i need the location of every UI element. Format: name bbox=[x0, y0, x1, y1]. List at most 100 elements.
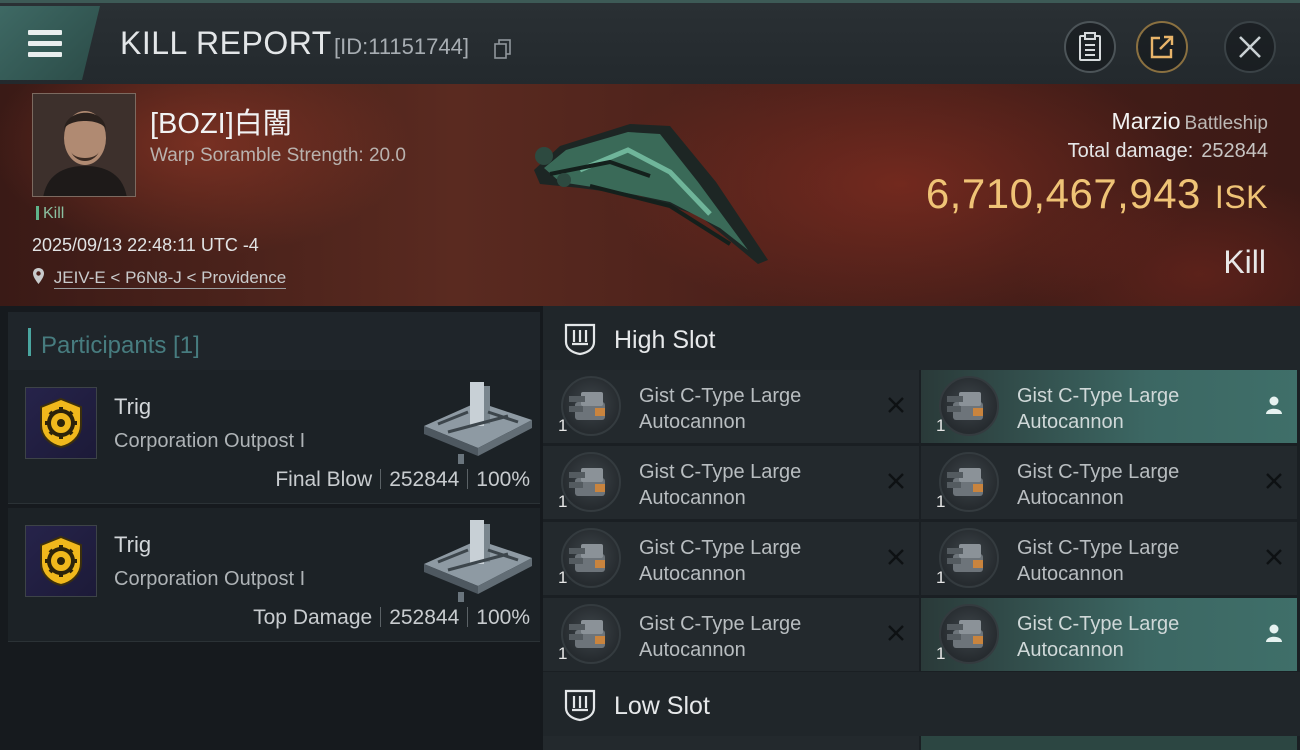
clipboard-button[interactable] bbox=[1064, 21, 1116, 73]
participant-percent: 100% bbox=[476, 606, 530, 629]
autocannon-icon bbox=[561, 376, 621, 436]
menu-icon bbox=[28, 30, 62, 35]
module-name: Gist C-Type Large Autocannon bbox=[1017, 535, 1237, 587]
participants-label: Participants [1] bbox=[41, 332, 200, 359]
module-quantity: 1 bbox=[558, 644, 568, 663]
gear-shield-icon bbox=[40, 397, 82, 449]
module-name-line2: Autocannon bbox=[1017, 639, 1124, 661]
page-title: KILL REPORT bbox=[120, 25, 332, 61]
fitting-panel: High Slot 1 Gist C-Type Large Autocannon 1 G… bbox=[543, 306, 1300, 750]
victim-portrait[interactable] bbox=[32, 93, 136, 197]
isk-amount: 6,710,467,943 bbox=[925, 170, 1201, 217]
module-slot[interactable]: 1 Gist C-Type Large Autocannon bbox=[543, 522, 919, 595]
clipboard-icon bbox=[1079, 32, 1101, 61]
module-name-line2: Autocannon bbox=[639, 411, 746, 433]
module-name-line1: Gist C-Type Large bbox=[639, 537, 802, 559]
low-slot-module[interactable] bbox=[921, 736, 1297, 750]
destroyed-x-icon bbox=[888, 397, 904, 413]
divider bbox=[380, 607, 382, 627]
ship-class: Battleship bbox=[1184, 113, 1268, 134]
low-slot-header: Low Slot bbox=[543, 672, 1300, 736]
module-quantity: 1 bbox=[558, 568, 568, 587]
location-link[interactable]: JEIV-E < P6N8-J < Providence bbox=[53, 268, 287, 289]
module-name-line2: Autocannon bbox=[1017, 563, 1124, 585]
participants-header[interactable]: Participants [1] bbox=[8, 312, 540, 370]
kill-tag-label: Kill bbox=[43, 205, 65, 222]
autocannon-icon bbox=[561, 604, 621, 664]
module-name-line1: Gist C-Type Large bbox=[1017, 537, 1180, 559]
module-quantity: 1 bbox=[936, 644, 946, 663]
copy-icon[interactable] bbox=[494, 39, 512, 59]
module-slot[interactable]: 1 Gist C-Type Large Autocannon bbox=[543, 598, 919, 671]
victim-banner: [BOZI]白闇 Warp Soramble Strength: 20.0 Ki… bbox=[0, 84, 1300, 306]
module-name: Gist C-Type Large Autocannon bbox=[1017, 383, 1237, 435]
gear-shield-icon bbox=[40, 535, 82, 587]
participant-corp: Corporation Outpost I bbox=[114, 568, 306, 590]
external-link-icon bbox=[1150, 35, 1174, 59]
menu-icon-bar bbox=[28, 41, 62, 46]
module-name-line1: Gist C-Type Large bbox=[639, 461, 802, 483]
module-slot[interactable]: 1 Gist C-Type Large Autocannon bbox=[543, 370, 919, 443]
low-slot-icon bbox=[564, 689, 596, 722]
participant-stats: Top Damage 252844 100% bbox=[253, 606, 530, 630]
module-name: Gist C-Type Large Autocannon bbox=[639, 459, 859, 511]
low-slot-label: Low Slot bbox=[614, 692, 710, 720]
destroyed-x-icon bbox=[888, 549, 904, 565]
victim-ship[interactable]: Marzio Battleship bbox=[1112, 108, 1268, 135]
participant-pilot[interactable]: Trig bbox=[114, 532, 151, 558]
outpost-structure-image bbox=[424, 520, 532, 602]
kill-location[interactable]: JEIV-E < P6N8-J < Providence bbox=[32, 267, 287, 289]
isk-unit: ISK bbox=[1214, 179, 1268, 215]
module-name-line2: Autocannon bbox=[1017, 411, 1124, 433]
kill-datetime: 2025/09/13 22:48:11 UTC -4 bbox=[32, 235, 259, 255]
dropped-person-icon bbox=[1266, 396, 1282, 414]
high-slot-icon bbox=[564, 323, 596, 356]
isk-value: 6,710,467,943 ISK bbox=[926, 170, 1268, 218]
module-name: Gist C-Type Large Autocannon bbox=[1017, 611, 1237, 663]
kill-type: Kill bbox=[1223, 244, 1266, 280]
destroyed-x-icon bbox=[888, 625, 904, 641]
participants-panel: Participants [1] Trig Corporation Outpos… bbox=[0, 306, 540, 750]
participant-percent: 100% bbox=[476, 468, 530, 491]
kill-report-header: KILL REPORT [ID:11151744] bbox=[0, 0, 1300, 84]
participant-damage: 252844 bbox=[389, 468, 460, 491]
module-slot[interactable]: 1 Gist C-Type Large Autocannon bbox=[543, 446, 919, 519]
participant-card[interactable]: Trig Corporation Outpost I Top Damage 252… bbox=[8, 508, 540, 642]
module-name-line2: Autocannon bbox=[639, 563, 746, 585]
participant-card[interactable]: Trig Corporation Outpost I Final Blow 252… bbox=[8, 370, 540, 504]
share-button[interactable] bbox=[1136, 21, 1188, 73]
module-slot[interactable]: 1 Gist C-Type Large Autocannon bbox=[921, 446, 1297, 519]
destroyed-x-icon bbox=[1266, 473, 1282, 489]
module-name-line2: Autocannon bbox=[639, 639, 746, 661]
menu-button[interactable] bbox=[0, 6, 100, 80]
module-slot[interactable]: 1 Gist C-Type Large Autocannon bbox=[921, 370, 1297, 443]
autocannon-icon bbox=[561, 452, 621, 512]
divider bbox=[467, 607, 469, 627]
close-icon bbox=[1239, 36, 1261, 58]
kill-tag-marker bbox=[36, 206, 39, 220]
outpost-structure-image bbox=[424, 382, 532, 464]
close-button[interactable] bbox=[1224, 21, 1276, 73]
module-name-line1: Gist C-Type Large bbox=[1017, 613, 1180, 635]
participant-stats: Final Blow 252844 100% bbox=[275, 468, 530, 492]
total-damage-label: Total damage: bbox=[1067, 140, 1194, 162]
autocannon-icon bbox=[561, 528, 621, 588]
autocannon-icon bbox=[939, 452, 999, 512]
high-slot-header: High Slot bbox=[543, 306, 1300, 370]
module-slot[interactable]: 1 Gist C-Type Large Autocannon bbox=[921, 598, 1297, 671]
low-slot-module[interactable] bbox=[543, 736, 919, 750]
module-name: Gist C-Type Large Autocannon bbox=[639, 535, 859, 587]
module-slot[interactable]: 1 Gist C-Type Large Autocannon bbox=[921, 522, 1297, 595]
high-slot-label: High Slot bbox=[614, 326, 716, 354]
victim-ship-image[interactable] bbox=[520, 110, 780, 270]
module-quantity: 1 bbox=[558, 492, 568, 511]
module-name-line1: Gist C-Type Large bbox=[639, 385, 802, 407]
participant-role: Top Damage bbox=[253, 606, 373, 629]
module-quantity: 1 bbox=[558, 416, 568, 435]
participant-damage: 252844 bbox=[389, 606, 460, 629]
total-damage-value: 252844 bbox=[1201, 140, 1268, 162]
victim-name[interactable]: [BOZI]白闇 bbox=[150, 100, 292, 142]
participant-pilot[interactable]: Trig bbox=[114, 394, 151, 420]
module-quantity: 1 bbox=[936, 492, 946, 511]
avatar bbox=[33, 94, 135, 196]
